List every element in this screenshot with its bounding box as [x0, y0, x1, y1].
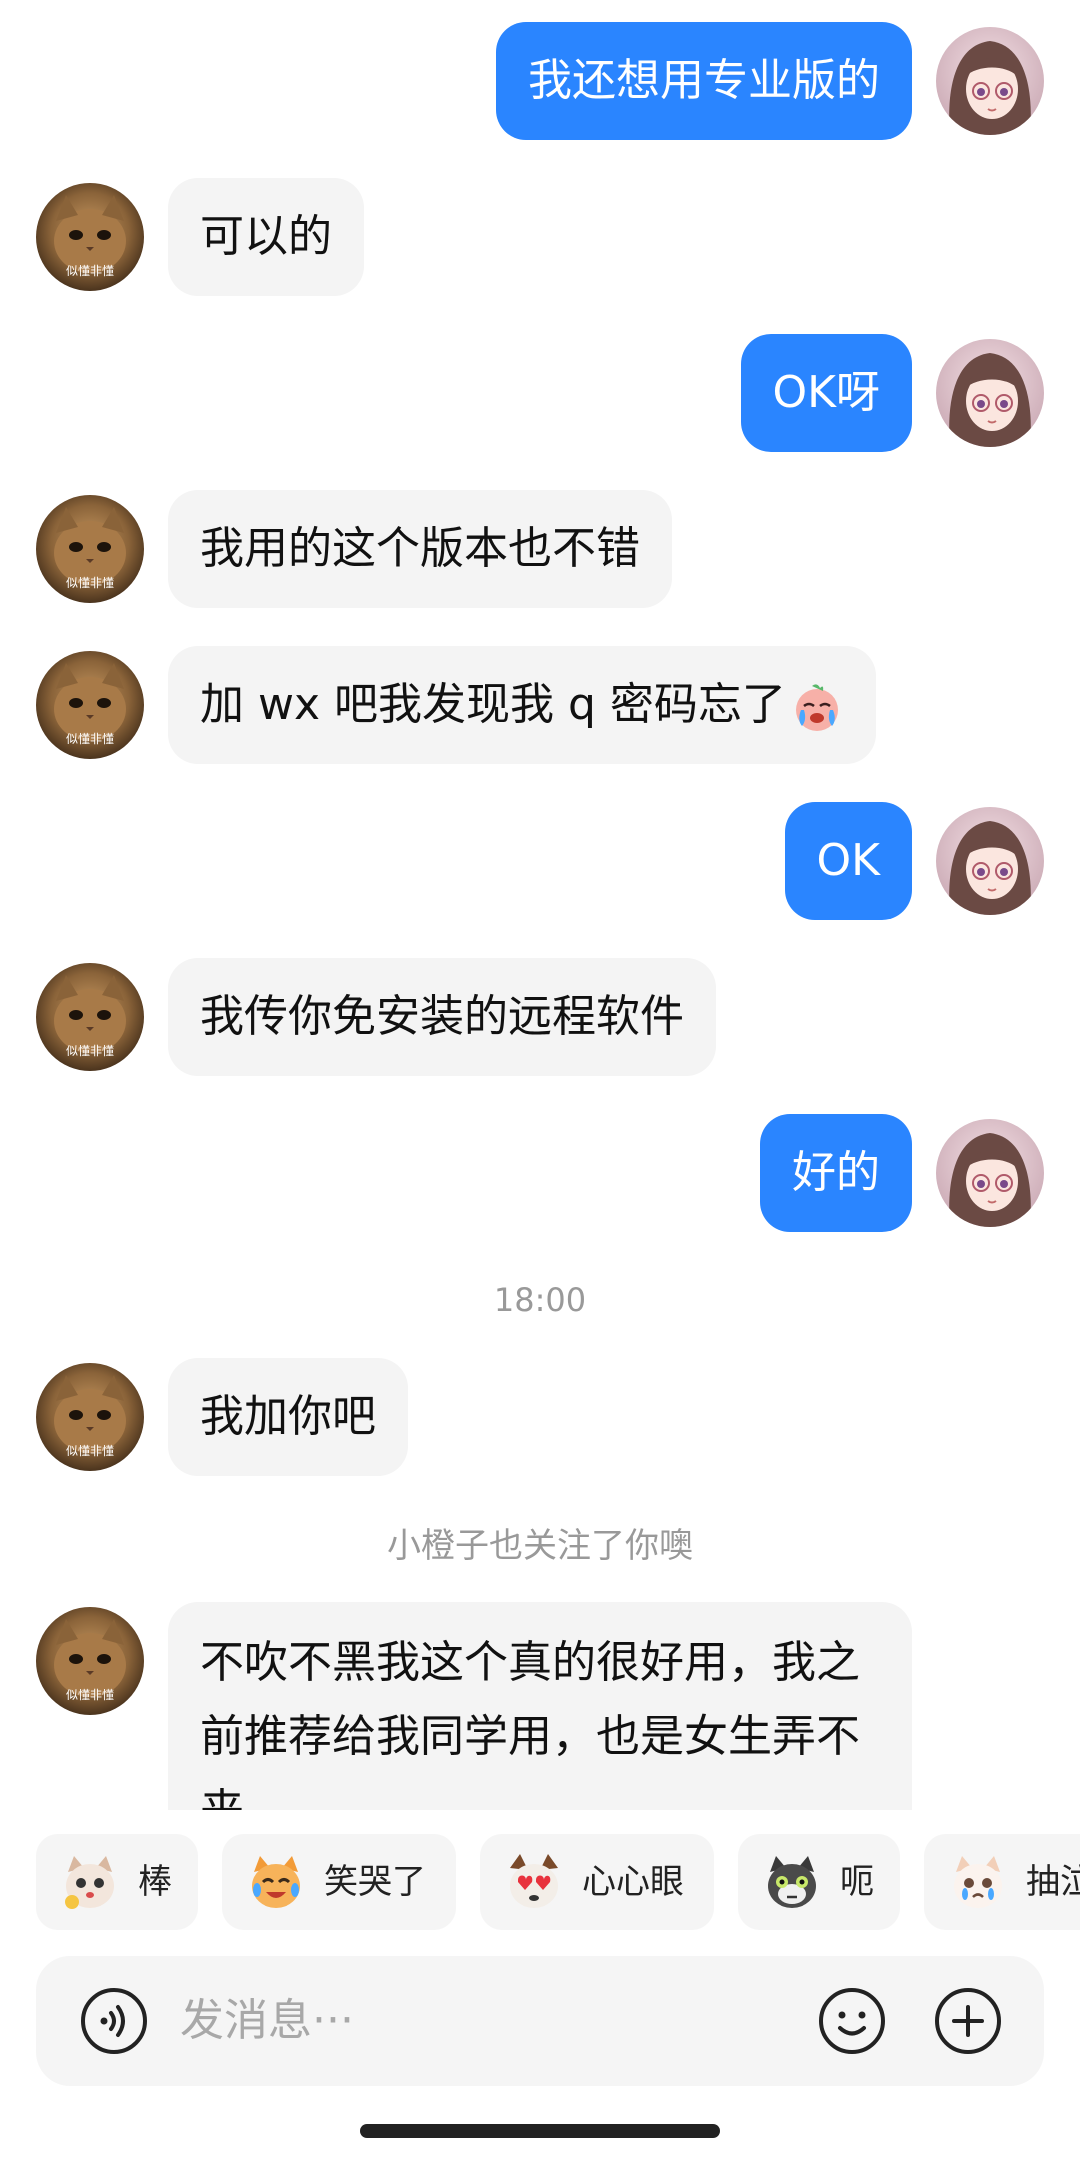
message-bubble-incoming[interactable]: 可以的	[168, 178, 364, 296]
contact-avatar[interactable]: 似懂非懂	[36, 963, 144, 1071]
sticker-label: 呃	[840, 1862, 874, 1902]
contact-avatar[interactable]: 似懂非懂	[36, 1363, 144, 1471]
cat-avatar-icon: 似懂非懂	[36, 963, 144, 1071]
cat-avatar-icon: 似懂非懂	[36, 495, 144, 603]
message-timestamp: 18:00	[493, 1281, 587, 1319]
anime-girl-avatar-icon	[936, 27, 1044, 135]
sticker-chip-xiaokule[interactable]: 笑哭了	[222, 1834, 456, 1930]
message-bubble-outgoing[interactable]: OK呀	[740, 334, 912, 452]
heart-eyes-dog-sticker-icon	[510, 1854, 558, 1908]
sticker-chip-bang[interactable]: 棒	[36, 1834, 198, 1930]
sticker-label: 笑哭了	[324, 1862, 426, 1902]
my-avatar[interactable]	[936, 807, 1044, 915]
voice-icon[interactable]	[80, 1987, 148, 2055]
sticker-label: 抽泣	[1026, 1862, 1080, 1902]
message-row-incoming: 似懂非懂 不吹不黑我这个真的很好用，我之前推荐给我同学用，也是女生弄不来	[0, 1602, 1080, 1810]
message-row-incoming: 似懂非懂 加 wx 吧我发现我 q 密码忘了	[0, 646, 1080, 764]
svg-text:似懂非懂: 似懂非懂	[66, 576, 114, 590]
cat-avatar-icon: 似懂非懂	[36, 1607, 144, 1715]
chat-screen: 我还想用专业版的 似懂非懂 可以的 OK呀 似懂非懂 我用的这个版本也不错 似懂…	[0, 0, 1080, 2160]
message-row-outgoing: 好的	[0, 1114, 1080, 1232]
message-row-outgoing: OK	[0, 802, 1080, 920]
sticker-suggestion-bar[interactable]: 棒 笑哭了 心心眼 呃 抽泣	[0, 1834, 1080, 1930]
emoji-icon[interactable]	[818, 1987, 886, 2055]
message-input[interactable]: 发消息···	[180, 1956, 354, 2086]
contact-avatar[interactable]: 似懂非懂	[36, 1607, 144, 1715]
message-bubble-incoming[interactable]: 我传你免安装的远程软件	[168, 958, 716, 1076]
sticker-chip-e[interactable]: 呃	[738, 1834, 900, 1930]
cat-thumbs-up-sticker-icon	[65, 1856, 114, 1909]
svg-text:似懂非懂: 似懂非懂	[66, 1688, 114, 1702]
sticker-label: 棒	[138, 1862, 172, 1902]
svg-text:似懂非懂: 似懂非懂	[66, 1444, 114, 1458]
anime-girl-avatar-icon	[936, 1119, 1044, 1227]
sticker-chip-chouqi[interactable]: 抽泣	[924, 1834, 1080, 1930]
message-bubble-incoming[interactable]: 加 wx 吧我发现我 q 密码忘了	[168, 646, 876, 764]
laughing-tears-cat-sticker-icon	[252, 1856, 300, 1908]
my-avatar[interactable]	[936, 1119, 1044, 1227]
contact-avatar[interactable]: 似懂非懂	[36, 183, 144, 291]
message-row-incoming: 似懂非懂 我传你免安装的远程软件	[0, 958, 1080, 1076]
sticker-chip-xinxinyan[interactable]: 心心眼	[480, 1834, 714, 1930]
sticker-label: 心心眼	[582, 1862, 684, 1902]
sobbing-cat-sticker-icon	[954, 1856, 1002, 1908]
message-input-bar: 发消息···	[36, 1956, 1044, 2086]
message-row-outgoing: OK呀	[0, 334, 1080, 452]
my-avatar[interactable]	[936, 27, 1044, 135]
message-bubble-incoming[interactable]: 我用的这个版本也不错	[168, 490, 672, 608]
message-row-outgoing: 我还想用专业版的	[0, 22, 1080, 140]
svg-text:似懂非懂: 似懂非懂	[66, 264, 114, 278]
message-row-incoming: 似懂非懂 我加你吧	[0, 1358, 1080, 1476]
cat-avatar-icon: 似懂非懂	[36, 1363, 144, 1471]
message-bubble-outgoing[interactable]: OK	[784, 802, 912, 920]
message-row-incoming: 似懂非懂 可以的	[0, 178, 1080, 296]
awkward-cat-sticker-icon	[768, 1856, 816, 1908]
message-bubble-incoming[interactable]: 我加你吧	[168, 1358, 408, 1476]
cat-avatar-icon: 似懂非懂	[36, 183, 144, 291]
svg-text:似懂非懂: 似懂非懂	[66, 1044, 114, 1058]
message-bubble-outgoing[interactable]: 我还想用专业版的	[496, 22, 912, 140]
message-row-incoming: 似懂非懂 我用的这个版本也不错	[0, 490, 1080, 608]
my-avatar[interactable]	[936, 339, 1044, 447]
plus-icon[interactable]	[934, 1987, 1002, 2055]
cat-avatar-icon: 似懂非懂	[36, 651, 144, 759]
system-notice: 小橙子也关注了你噢	[387, 1526, 693, 1566]
contact-avatar[interactable]: 似懂非懂	[36, 495, 144, 603]
message-list[interactable]: 我还想用专业版的 似懂非懂 可以的 OK呀 似懂非懂 我用的这个版本也不错 似懂…	[0, 0, 1080, 1810]
anime-girl-avatar-icon	[936, 339, 1044, 447]
anime-girl-avatar-icon	[936, 807, 1044, 915]
message-bubble-incoming[interactable]: 不吹不黑我这个真的很好用，我之前推荐给我同学用，也是女生弄不来	[168, 1602, 912, 1810]
contact-avatar[interactable]: 似懂非懂	[36, 651, 144, 759]
home-indicator[interactable]	[360, 2124, 720, 2138]
message-text: 加 wx 吧我发现我 q 密码忘了	[200, 679, 786, 730]
crying-face-emoji-icon	[795, 684, 838, 731]
message-bubble-outgoing[interactable]: 好的	[760, 1114, 912, 1232]
svg-text:似懂非懂: 似懂非懂	[66, 732, 114, 746]
